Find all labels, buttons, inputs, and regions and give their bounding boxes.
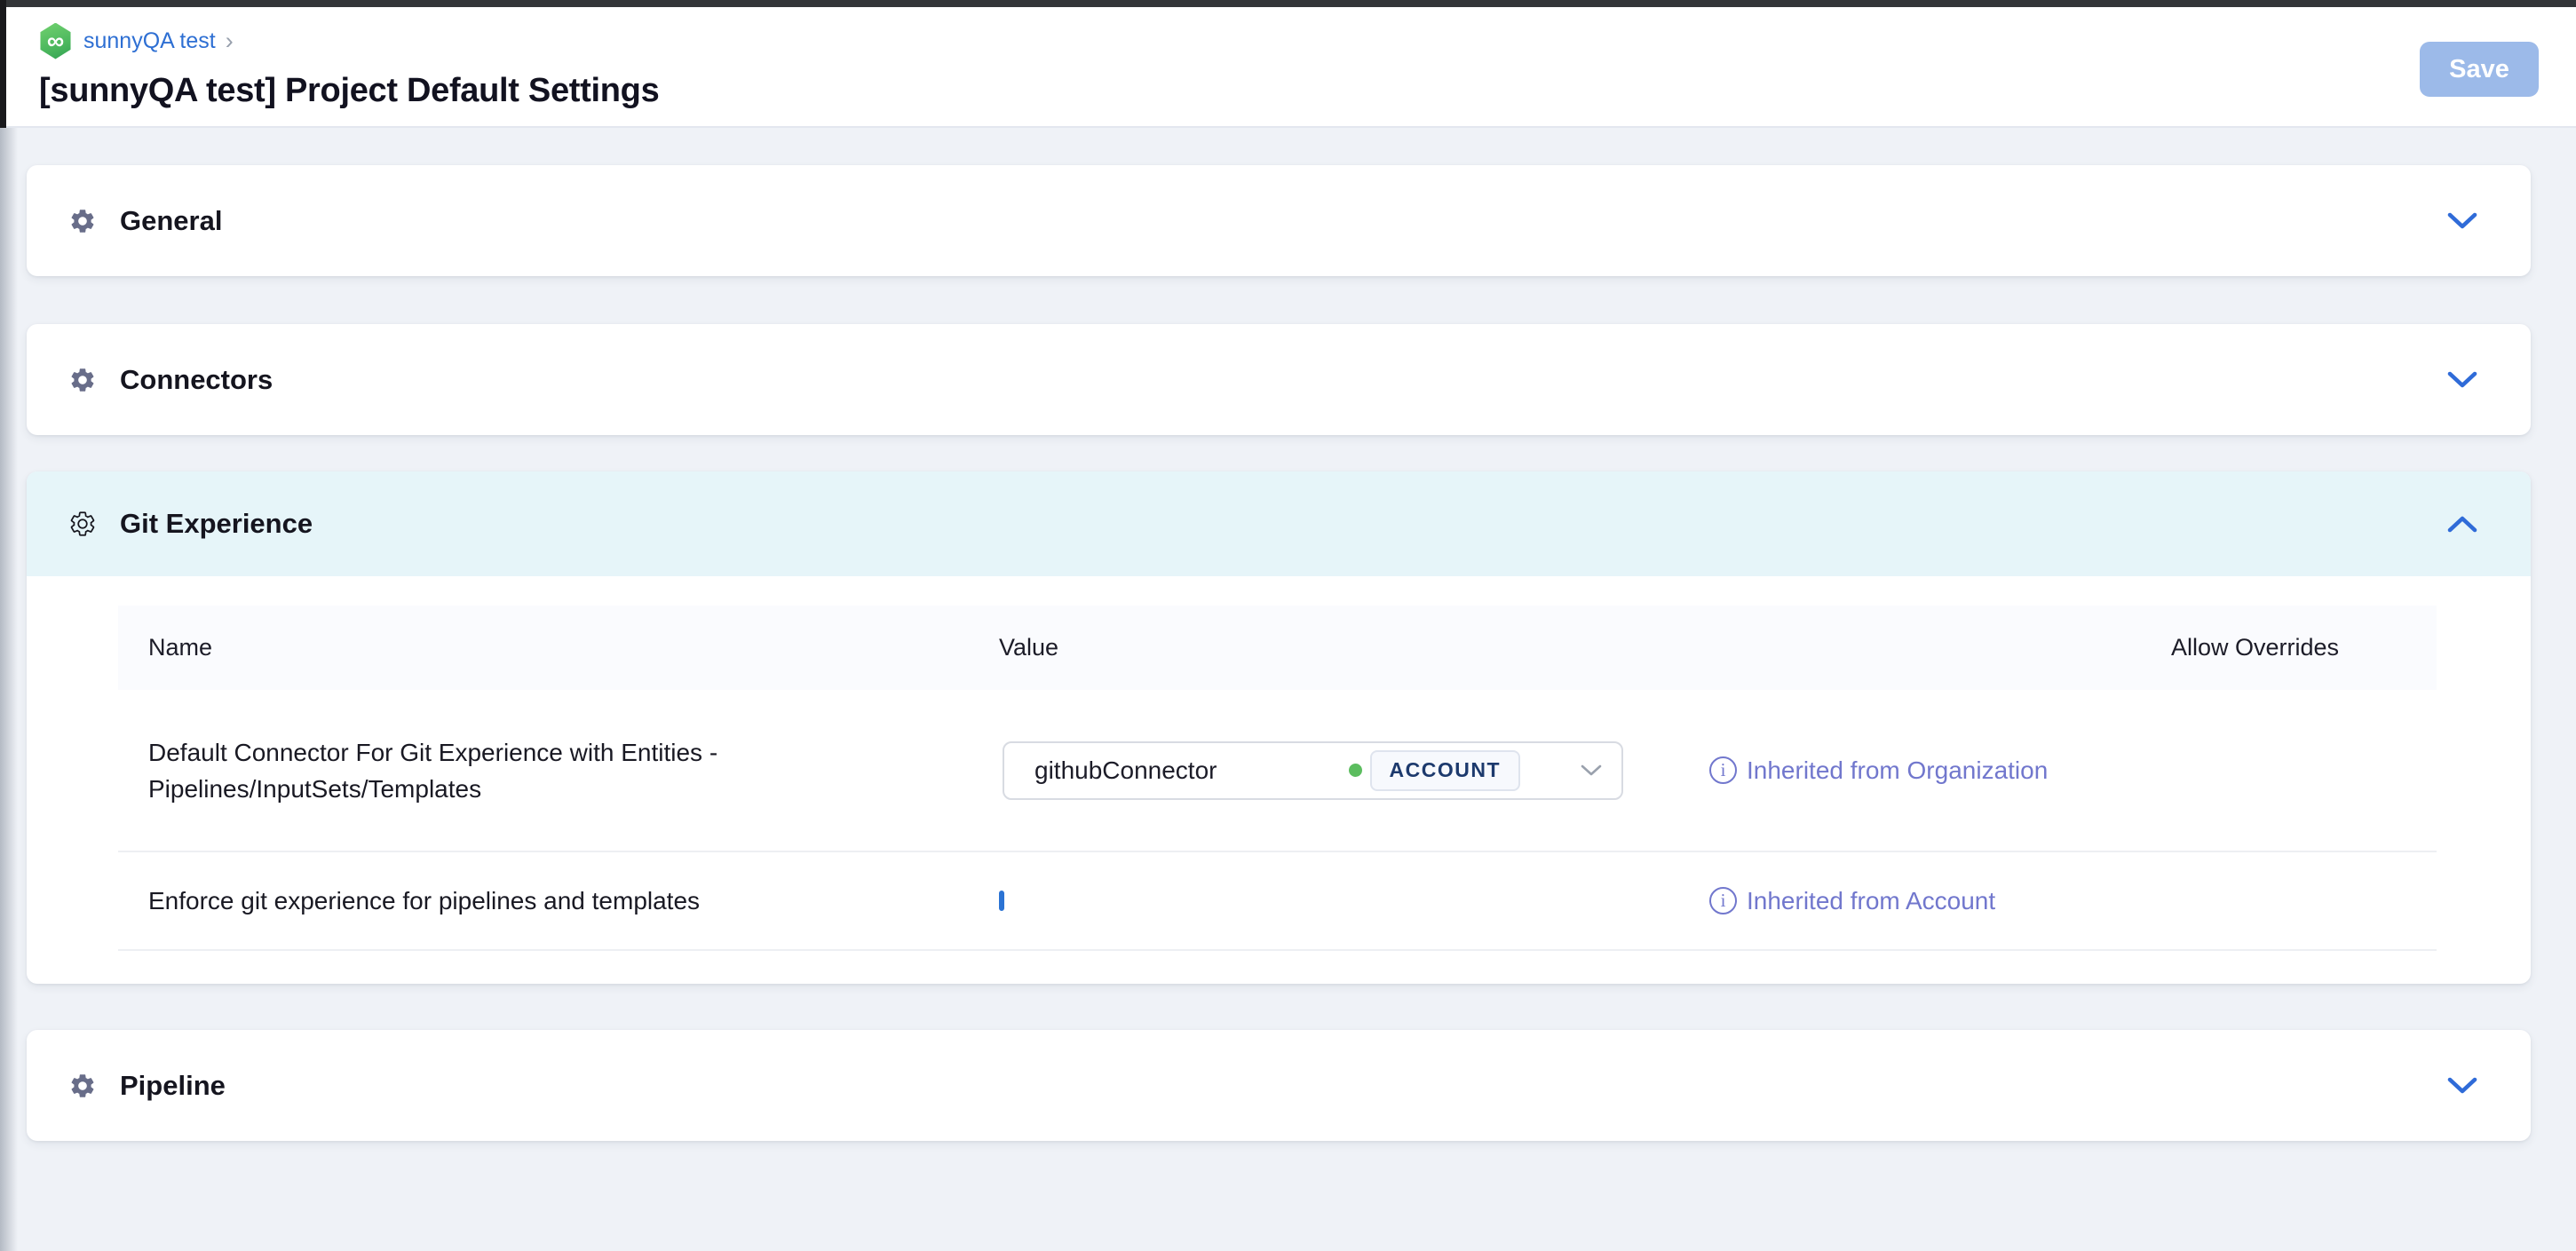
page-header: ∞ sunnyQA test › [sunnyQA test] Project … [0, 7, 2576, 128]
inherited-label: Inherited from Organization [1747, 756, 2048, 785]
breadcrumb-project-link[interactable]: sunnyQA test [83, 28, 216, 54]
connector-select[interactable]: githubConnector ACCOUNT [1003, 741, 1623, 800]
sidebar-edge-shadow [0, 128, 18, 1251]
column-header-name: Name [118, 634, 999, 661]
accordion-header-connectors[interactable]: Connectors [27, 324, 2531, 435]
section-card-pipeline: Pipeline [27, 1030, 2531, 1141]
setting-name-cell: Default Connector For Git Experience wit… [118, 734, 999, 807]
section-title-general: General [120, 205, 222, 237]
settings-code-icon [68, 510, 97, 538]
inherited-cell: i Inherited from Organization [1709, 756, 2207, 785]
setting-name-cell: Enforce git experience for pipelines and… [118, 883, 999, 919]
section-title-pipeline: Pipeline [120, 1070, 226, 1102]
gear-icon [68, 1072, 97, 1100]
inherited-label: Inherited from Account [1747, 887, 1995, 915]
table-row: Default Connector For Git Experience wit… [118, 690, 2437, 852]
info-icon: i [1709, 887, 1737, 914]
section-card-general: General [27, 165, 2531, 276]
section-card-git-experience: Git Experience Name Value Allow Override… [27, 471, 2531, 984]
section-title-git-experience: Git Experience [120, 508, 313, 540]
connector-status-dot [1349, 764, 1362, 777]
gear-icon [68, 366, 97, 394]
column-header-value: Value [999, 634, 1709, 661]
git-experience-settings-table: Name Value Allow Overrides Default Conne… [27, 576, 2531, 984]
chevron-down-icon[interactable] [2445, 369, 2479, 391]
chevron-up-icon[interactable] [2445, 513, 2479, 534]
setting-name-default-connector: Default Connector For Git Experience wit… [148, 734, 999, 807]
column-header-allow-overrides: Allow Overrides [1709, 634, 2437, 661]
section-title-connectors: Connectors [120, 364, 273, 396]
save-button[interactable]: Save [2420, 42, 2539, 97]
table-header-row: Name Value Allow Overrides [118, 606, 2437, 690]
connector-scope-badge: ACCOUNT [1370, 750, 1521, 791]
page-title: [sunnyQA test] Project Default Settings [39, 72, 2539, 110]
accordion-header-pipeline[interactable]: Pipeline [27, 1030, 2531, 1141]
inherited-from-account-tag[interactable]: i Inherited from Account [1709, 887, 2207, 915]
accordion-header-git-experience[interactable]: Git Experience [27, 471, 2531, 576]
accordion-header-general[interactable]: General [27, 165, 2531, 276]
settings-content: General Connectors Git Experience [27, 128, 2531, 1141]
inherited-cell: i Inherited from Account [1709, 887, 2207, 915]
setting-name-enforce-git-experience: Enforce git experience for pipelines and… [148, 883, 999, 919]
section-card-connectors: Connectors [27, 324, 2531, 435]
table-row: Enforce git experience for pipelines and… [118, 852, 2437, 951]
connector-select-value: githubConnector [1034, 756, 1349, 785]
browser-top-bar [0, 0, 2576, 7]
gear-icon [68, 207, 97, 235]
info-icon: i [1709, 756, 1737, 784]
breadcrumb-chevron-icon: › [226, 28, 234, 55]
setting-value-cell: githubConnector ACCOUNT [999, 741, 1709, 800]
chevron-down-icon[interactable] [2445, 1075, 2479, 1097]
chevron-down-icon[interactable] [2445, 210, 2479, 232]
inherited-from-organization-tag[interactable]: i Inherited from Organization [1709, 756, 2207, 785]
caret-down-icon [1579, 763, 1604, 779]
breadcrumb: ∞ sunnyQA test › [39, 21, 2539, 60]
enforce-git-experience-checkbox[interactable] [999, 891, 1004, 911]
window-left-edge [0, 0, 6, 128]
project-hexagon-icon: ∞ [39, 23, 72, 59]
setting-value-cell [999, 893, 1709, 909]
